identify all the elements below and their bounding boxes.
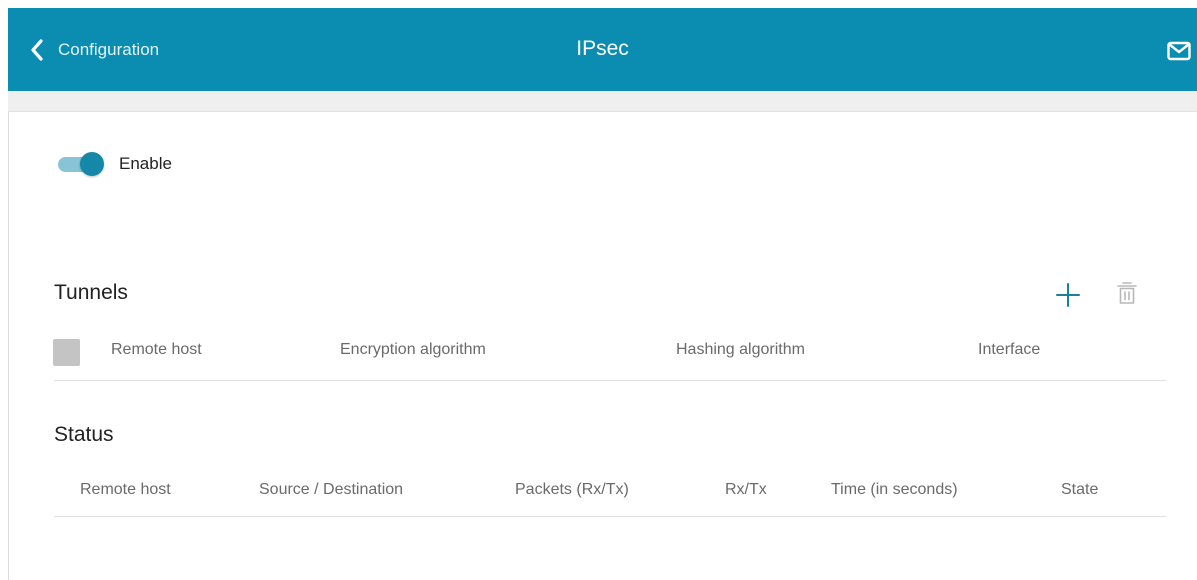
status-section-title: Status — [54, 423, 114, 446]
tunnels-section-title: Tunnels — [54, 281, 128, 304]
toggle-knob — [80, 152, 104, 176]
status-table-divider — [54, 516, 1166, 517]
header-subbar — [8, 91, 1197, 112]
page-title: IPsec — [576, 37, 629, 60]
tunnels-col-remote-host[interactable]: Remote host — [111, 341, 202, 359]
status-col-state[interactable]: State — [1061, 481, 1098, 499]
trash-icon — [1115, 282, 1139, 310]
status-col-time[interactable]: Time (in seconds) — [831, 481, 958, 499]
tunnels-col-hashing-algorithm[interactable]: Hashing algorithm — [676, 341, 805, 359]
enable-label: Enable — [119, 154, 172, 173]
page-header: Configuration IPsec — [8, 8, 1197, 91]
delete-tunnel-button[interactable] — [1115, 280, 1139, 306]
status-col-rx-tx[interactable]: Rx/Tx — [725, 481, 767, 499]
enable-toggle[interactable] — [58, 152, 104, 176]
add-tunnel-button[interactable] — [1055, 282, 1081, 308]
notifications-button[interactable] — [1167, 41, 1191, 61]
content-left-border — [8, 90, 9, 580]
select-all-tunnels-checkbox[interactable] — [53, 339, 80, 366]
ipsec-page: Configuration IPsec Enable Tunnels Remot… — [0, 0, 1197, 580]
status-col-packets[interactable]: Packets (Rx/Tx) — [515, 481, 629, 499]
plus-icon — [1055, 283, 1081, 312]
mail-icon — [1167, 41, 1191, 65]
status-col-remote-host[interactable]: Remote host — [80, 481, 171, 499]
tunnels-col-interface[interactable]: Interface — [978, 341, 1040, 359]
tunnels-table-divider — [54, 380, 1166, 381]
tunnels-col-encryption-algorithm[interactable]: Encryption algorithm — [340, 341, 486, 359]
status-col-source-destination[interactable]: Source / Destination — [259, 481, 403, 499]
